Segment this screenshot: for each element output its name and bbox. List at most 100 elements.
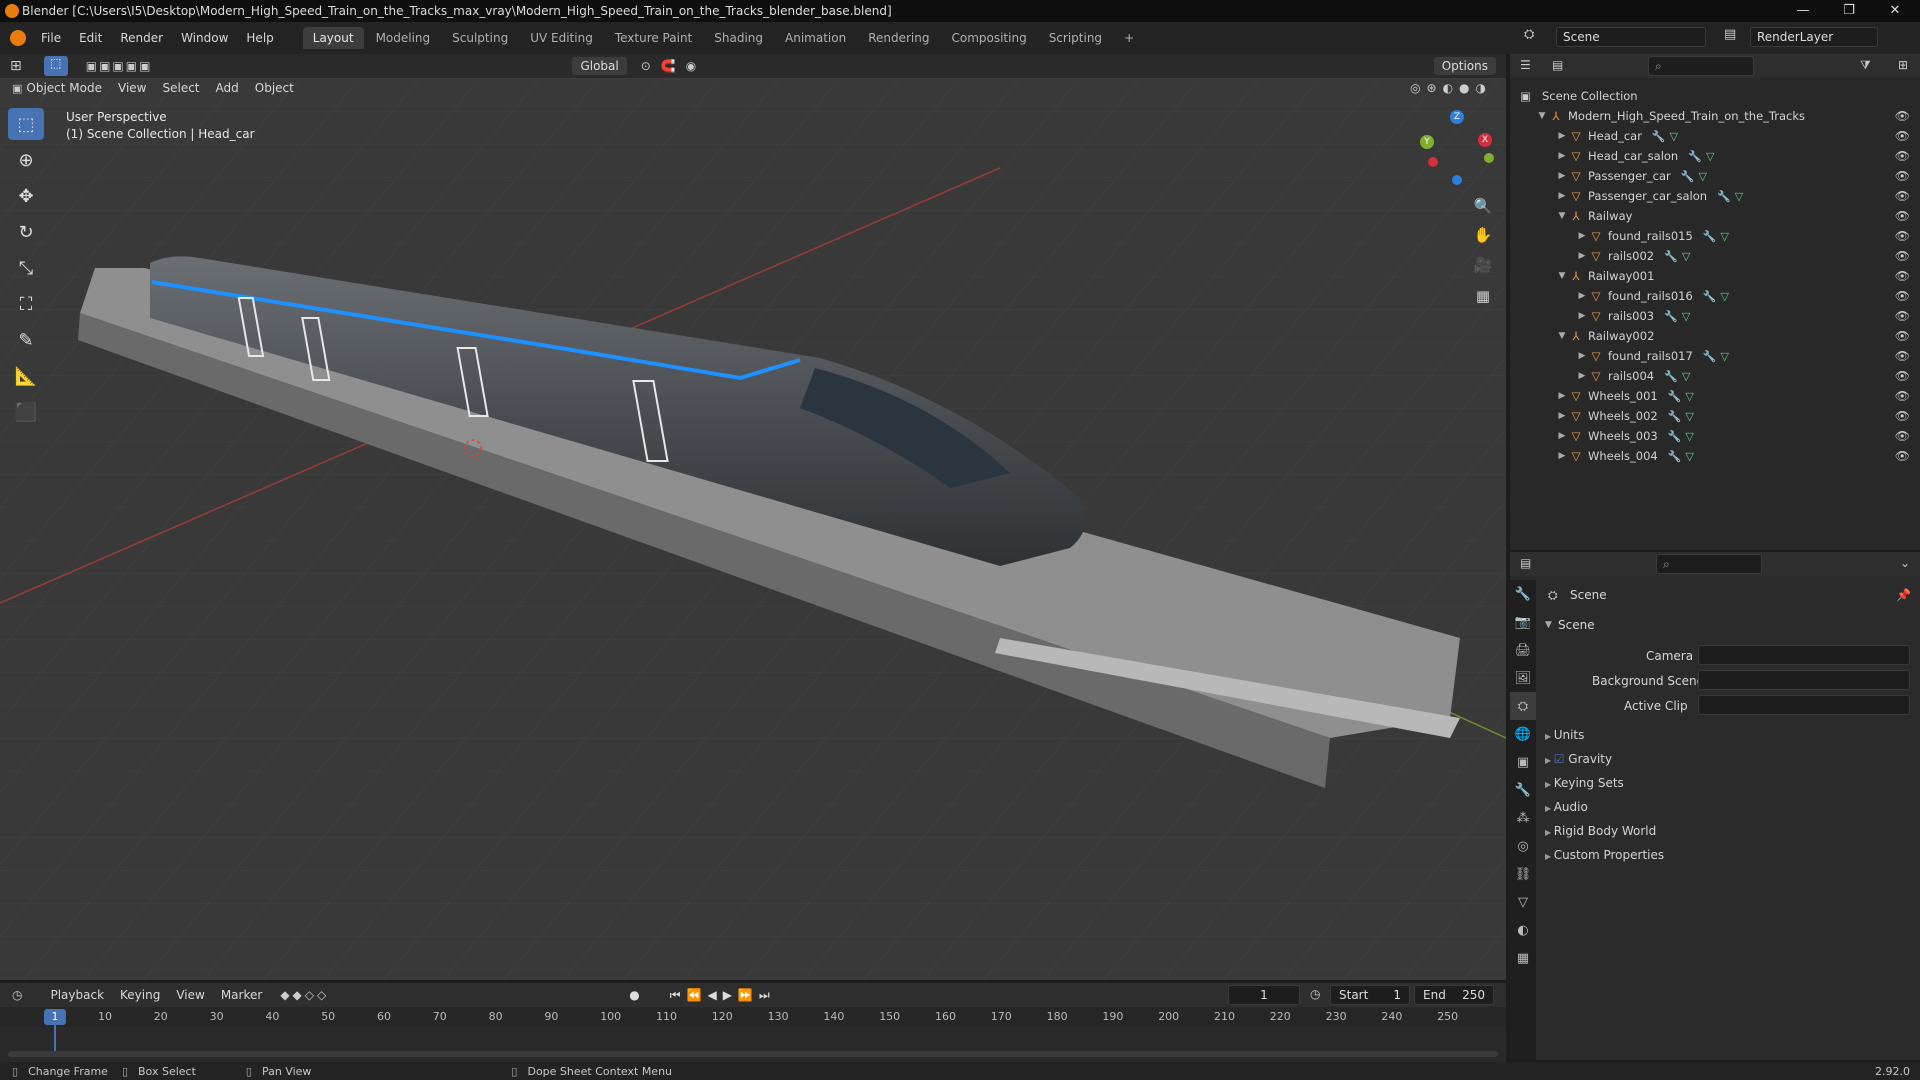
chevron-right-icon[interactable]: ▶ [1576,311,1588,321]
properties-editor-icon[interactable]: ▤ [1520,556,1531,570]
proportional-edit-icon[interactable]: ◉ [686,59,696,73]
timeline-scrollbar[interactable] [8,1051,1498,1057]
modifier-icon[interactable]: 🔧 [1668,410,1682,423]
visibility-eye-icon[interactable]: 👁 [1895,409,1910,423]
tab-scripting[interactable]: Scripting [1039,27,1112,49]
timeline-menu-marker[interactable]: Marker [213,988,270,1002]
ortho-grid-icon[interactable]: ▦ [1470,283,1496,309]
mesh-data-icon[interactable]: ▽ [1670,130,1678,143]
visibility-eye-icon[interactable]: 👁 [1895,449,1910,463]
timeline-menu-keying[interactable]: Keying [112,988,168,1002]
tab-layout[interactable]: Layout [302,27,364,49]
editor-type-icon[interactable]: ⊞ [10,58,22,74]
3d-viewport[interactable]: User Perspective (1) Scene Collection | … [0,78,1506,980]
viewport-menu-select[interactable]: Select [154,81,207,95]
snap-icon[interactable]: 🧲 [661,59,676,73]
outliner-item[interactable]: ▶ ▽ rails002 🔧 ▽ 👁 [1510,246,1920,266]
move-tool-icon[interactable]: ✥ [8,180,44,212]
outliner-editor-icon[interactable]: ☰ [1520,58,1531,72]
chevron-right-icon[interactable]: ▶ [1556,391,1568,401]
chevron-right-icon[interactable]: ▶ [1545,732,1554,741]
outliner-item[interactable]: ▶ ▽ Passenger_car 🔧 ▽ 👁 [1510,166,1920,186]
zoom-icon[interactable]: 🔍 [1470,193,1496,219]
mesh-data-icon[interactable]: ▽ [1685,390,1693,403]
gizmo-x-axis[interactable]: X [1478,133,1492,147]
menu-render[interactable]: Render [111,31,172,45]
properties-section[interactable]: ▶ Custom Properties [1545,848,1664,862]
mesh-data-icon[interactable]: ▽ [1682,370,1690,383]
shading-mode-icons[interactable]: ◎⊛◐●◑ [1410,81,1492,95]
tab-particles-icon[interactable]: ⁂ [1510,804,1536,832]
chevron-down-icon[interactable]: ▼ [1536,111,1548,121]
camera-field[interactable] [1698,645,1910,665]
close-button[interactable]: ✕ [1872,0,1918,22]
outliner-item[interactable]: ▶ ▽ Wheels_004 🔧 ▽ 👁 [1510,446,1920,466]
visibility-eye-icon[interactable]: 👁 [1895,109,1910,123]
tab-render-icon[interactable]: 📷 [1510,608,1536,636]
visibility-eye-icon[interactable]: 👁 [1895,189,1910,203]
modifier-icon[interactable]: 🔧 [1668,390,1682,403]
chevron-down-icon[interactable]: ▼ [1556,271,1568,281]
measure-tool-icon[interactable]: 📐 [8,360,44,392]
tab-compositing[interactable]: Compositing [941,27,1036,49]
gizmo-neg-z[interactable] [1452,175,1462,185]
tab-sculpting[interactable]: Sculpting [442,27,518,49]
tab-material-icon[interactable]: ◐ [1510,916,1536,944]
menu-file[interactable]: File [32,31,70,45]
mesh-data-icon[interactable]: ▽ [1685,410,1693,423]
chevron-right-icon[interactable]: ▶ [1545,756,1554,765]
chevron-right-icon[interactable]: ▶ [1556,151,1568,161]
maximize-button[interactable]: ❐ [1826,0,1872,22]
outliner-item[interactable]: ▼ ⅄ Railway 👁 [1510,206,1920,226]
chevron-right-icon[interactable]: ▶ [1576,231,1588,241]
outliner-item[interactable]: ▶ ▽ rails003 🔧 ▽ 👁 [1510,306,1920,326]
outliner-item[interactable]: ▶ ▽ rails004 🔧 ▽ 👁 [1510,366,1920,386]
tab-physics-icon[interactable]: ◎ [1510,832,1536,860]
chevron-right-icon[interactable]: ▶ [1576,291,1588,301]
visibility-eye-icon[interactable]: 👁 [1895,389,1910,403]
menu-window[interactable]: Window [172,31,237,45]
visibility-eye-icon[interactable]: 👁 [1895,369,1910,383]
current-frame-field[interactable]: 1 [1228,985,1300,1005]
tab-animation[interactable]: Animation [775,27,856,49]
scene-name-field[interactable]: Scene [1556,27,1706,47]
select-box-tool-icon[interactable]: ⬚ [8,108,44,140]
properties-section[interactable]: ▶ Rigid Body World [1545,824,1656,838]
new-collection-icon[interactable]: ⊞ [1898,58,1908,72]
tab-world-icon[interactable]: 🌐 [1510,720,1536,748]
chevron-right-icon[interactable]: ▶ [1545,804,1554,813]
modifier-icon[interactable]: 🔧 [1703,230,1717,243]
pivot-point-icon[interactable]: ⊙ [641,59,651,73]
modifier-icon[interactable]: 🔧 [1664,250,1678,263]
mesh-data-icon[interactable]: ▽ [1685,450,1693,463]
keyframe-icons[interactable]: ◆◆◇◇ [280,988,329,1002]
modifier-icon[interactable]: 🔧 [1688,150,1702,163]
tab-texture-icon[interactable]: ▦ [1510,944,1536,972]
scale-tool-icon[interactable]: ⤡ [8,252,44,284]
tab-texture-paint[interactable]: Texture Paint [605,27,702,49]
transform-orientation-dropdown[interactable]: Global [572,57,627,75]
timeline-menu-view[interactable]: View [168,988,212,1002]
tab-modeling[interactable]: Modeling [366,27,441,49]
outliner-item[interactable]: ▼ ⅄ Railway001 👁 [1510,266,1920,286]
visibility-eye-icon[interactable]: 👁 [1895,129,1910,143]
rotate-tool-icon[interactable]: ↻ [8,216,44,248]
mesh-data-icon[interactable]: ▽ [1735,190,1743,203]
modifier-icon[interactable]: 🔧 [1717,190,1731,203]
mesh-data-icon[interactable]: ▽ [1721,350,1729,363]
visibility-eye-icon[interactable]: 👁 [1895,429,1910,443]
visibility-eye-icon[interactable]: 👁 [1895,329,1910,343]
chevron-right-icon[interactable]: ▶ [1556,431,1568,441]
chevron-down-icon[interactable]: ▼ [1545,620,1552,630]
gizmo-y-axis[interactable]: Y [1420,135,1434,149]
outliner-item[interactable]: ▶ ▽ found_rails017 🔧 ▽ 👁 [1510,346,1920,366]
active-clip-field[interactable] [1698,695,1910,715]
menu-edit[interactable]: Edit [70,31,111,45]
outliner-item[interactable]: ▶ ▽ Head_car 🔧 ▽ 👁 [1510,126,1920,146]
chevron-right-icon[interactable]: ▶ [1556,191,1568,201]
add-cube-tool-icon[interactable]: ⬛ [8,396,44,428]
viewport-menu-add[interactable]: Add [208,81,247,95]
visibility-eye-icon[interactable]: 👁 [1895,209,1910,223]
tab-rendering[interactable]: Rendering [858,27,939,49]
chevron-right-icon[interactable]: ▶ [1545,828,1554,837]
